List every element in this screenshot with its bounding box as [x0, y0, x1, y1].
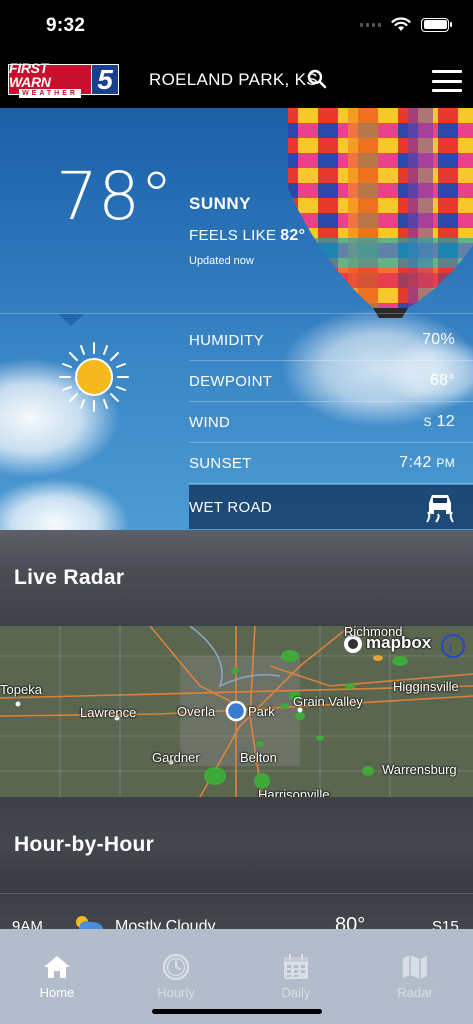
hour-by-hour-header[interactable]: Hour-by-Hour	[0, 797, 473, 893]
svg-text:i: i	[449, 639, 452, 655]
station-logo[interactable]: FIRST WARN WEATHER 5	[8, 60, 119, 98]
cellular-signal-icon	[360, 22, 381, 27]
map-label-lawrence: Lawrence	[80, 705, 137, 720]
tab-home[interactable]: Home	[17, 953, 97, 1000]
search-icon[interactable]	[307, 69, 327, 89]
battery-icon	[421, 17, 452, 32]
map-label-topeka: Topeka	[0, 682, 42, 697]
sunny-icon	[59, 342, 129, 412]
logo-wordmark: FIRST WARN WEATHER	[8, 60, 92, 98]
detail-value: S 12	[424, 413, 455, 431]
tab-label: Home	[39, 985, 75, 1000]
detail-row-humidity: HUMIDITY 70%	[189, 320, 473, 361]
hourly-row[interactable]: 9AM Mostly Cloudy 80° S15	[0, 893, 473, 929]
slippery-car-icon	[426, 495, 454, 523]
calendar-icon	[284, 954, 308, 979]
wifi-icon	[391, 17, 411, 31]
detail-label: HUMIDITY	[189, 331, 264, 349]
hourly-temperature: 80°	[335, 914, 366, 929]
sunset-time: 7:42	[399, 454, 432, 471]
hourly-time: 9AM	[12, 918, 43, 929]
detail-row-sunset: SUNSET 7:42 PM	[189, 443, 473, 484]
feels-like-value: 82°	[280, 227, 306, 244]
map-icon	[403, 955, 427, 979]
wind-speed: 12	[436, 413, 455, 430]
updated-timestamp: Updated now	[189, 255, 254, 267]
detail-label: WIND	[189, 413, 231, 431]
tab-radar[interactable]: Radar	[375, 953, 455, 1000]
logo-number: 5	[92, 64, 119, 95]
home-icon	[44, 956, 70, 978]
wind-direction: S	[423, 415, 432, 429]
clock-icon	[162, 953, 190, 981]
logo-top-text: FIRST WARN	[9, 60, 51, 90]
map-label-grain-valley: Grain Valley	[293, 694, 363, 709]
detail-row-wind: WIND S 12	[189, 402, 473, 443]
cloud-sun-icon	[76, 916, 103, 929]
map-label-warrensburg: Warrensburg	[382, 762, 457, 777]
hamburger-menu-icon[interactable]	[432, 70, 462, 92]
hourly-wind: S15	[432, 918, 459, 929]
details-list: HUMIDITY 70% DEWPOINT 68° WIND S 12 SUNS…	[189, 320, 473, 484]
map-label-belton: Belton	[240, 750, 277, 765]
section-title: Hour-by-Hour	[14, 833, 155, 856]
detail-value: 68°	[429, 372, 455, 389]
cloud-decoration	[0, 478, 130, 530]
alert-label: WET ROAD	[189, 498, 272, 516]
map-label-gardner: Gardner	[152, 750, 200, 765]
feels-like-label: FEELS LIKE	[189, 227, 277, 244]
current-condition: SUNNY	[189, 194, 252, 213]
hot-air-balloon-image	[288, 108, 473, 318]
status-icons	[360, 17, 452, 32]
feels-like: FEELS LIKE 82°	[189, 227, 305, 245]
map-label-overland: Overla	[177, 704, 216, 719]
detail-label: DEWPOINT	[189, 372, 273, 390]
status-time: 9:32	[46, 15, 86, 36]
radar-map[interactable]: i Richmond mapbox Topeka Lawrence Overla…	[0, 626, 473, 797]
tab-hourly[interactable]: Hourly	[136, 953, 216, 1000]
mapbox-logo[interactable]: mapbox	[366, 633, 431, 653]
current-temperature: 78°	[56, 158, 173, 235]
wet-road-alert[interactable]: WET ROAD	[189, 485, 473, 529]
detail-value: 70%	[422, 331, 455, 348]
app-header: FIRST WARN WEATHER 5 ROELAND PARK, KS	[0, 52, 473, 108]
status-bar: 9:32	[0, 0, 473, 52]
current-conditions-panel: 78° SUNNY FEELS LIKE 82° Updated now HUMI…	[0, 108, 473, 530]
map-label-higginsville: Higginsville	[393, 679, 459, 694]
tab-daily[interactable]: Daily	[256, 953, 336, 1000]
home-indicator	[152, 1009, 322, 1014]
tab-label: Radar	[397, 985, 433, 1000]
location-label[interactable]: ROELAND PARK, KS	[149, 70, 318, 90]
map-label-harrisonville: Harrisonville	[258, 787, 330, 797]
tab-label: Daily	[281, 985, 311, 1000]
detail-value: 7:42 PM	[399, 454, 455, 472]
live-radar-header[interactable]: Live Radar	[0, 530, 473, 626]
sunset-suffix: PM	[436, 456, 455, 470]
hourly-condition: Mostly Cloudy	[115, 918, 216, 929]
section-title: Live Radar	[14, 566, 125, 589]
detail-row-dewpoint: DEWPOINT 68°	[189, 361, 473, 402]
map-label-park: Park	[248, 704, 275, 719]
detail-label: SUNSET	[189, 454, 252, 472]
panel-pointer	[58, 314, 84, 326]
tab-label: Hourly	[157, 985, 195, 1000]
logo-bottom-text: WEATHER	[19, 89, 81, 98]
